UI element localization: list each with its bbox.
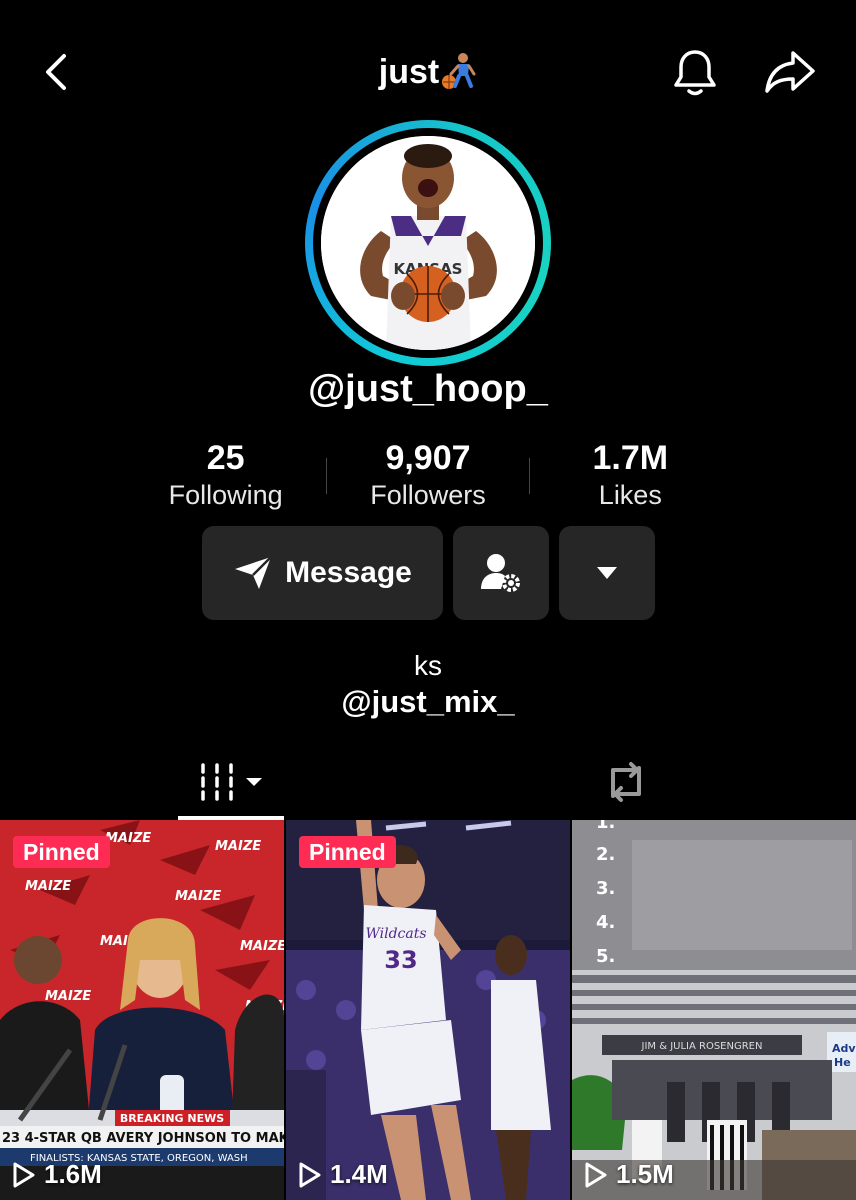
share-button[interactable]	[760, 44, 820, 100]
grid-bars-icon	[201, 763, 233, 801]
notification-bell-button[interactable]	[668, 44, 722, 100]
more-options-button[interactable]	[559, 526, 655, 620]
video-thumbnail[interactable]: 33 Wildcats Pinned 1.4M	[286, 820, 570, 1200]
top-bar: just	[0, 0, 856, 140]
stat-likes[interactable]: 1.7M Likes	[530, 438, 731, 520]
stat-followers-value: 9,907	[385, 439, 471, 477]
avatar: KANSAS	[321, 136, 535, 350]
svg-text:MAIZE: MAIZE	[175, 889, 221, 904]
svg-text:23 4-STAR QB AVERY JOHNSON TO: 23 4-STAR QB AVERY JOHNSON TO MAKE COLLE…	[2, 1131, 284, 1146]
video-thumbnail[interactable]: 1. 2. 3. 4. 5. JIM & JULIA ROSENGREN Adv He	[572, 820, 856, 1200]
svg-text:Adv: Adv	[832, 1042, 856, 1055]
title-text: just	[378, 52, 440, 91]
profile-stats: 25 Following 9,907 Followers 1.7M Likes	[125, 438, 731, 520]
svg-text:MAIZE: MAIZE	[45, 989, 91, 1004]
profile-bio: ks	[414, 650, 442, 681]
pinned-badge: Pinned	[13, 836, 110, 868]
play-icon	[13, 1162, 35, 1187]
stat-likes-value: 1.7M	[592, 439, 669, 477]
play-icon	[299, 1162, 321, 1187]
thumbnail-image: 1. 2. 3. 4. 5. JIM & JULIA ROSENGREN Adv He	[572, 820, 856, 1200]
send-icon	[235, 556, 273, 589]
basketball-player-emoji	[442, 53, 476, 89]
repost-icon	[611, 762, 641, 802]
svg-text:33: 33	[384, 946, 417, 974]
svg-text:4.: 4.	[596, 912, 615, 933]
caret-down-icon	[597, 567, 617, 579]
svg-text:MAIZE: MAIZE	[105, 831, 151, 846]
follow-settings-button[interactable]	[453, 526, 549, 620]
stat-following-label: Following	[168, 480, 283, 510]
stat-likes-label: Likes	[598, 480, 662, 510]
thumbnail-image: 33 Wildcats	[286, 820, 570, 1200]
view-count-value: 1.4M	[330, 1159, 388, 1189]
svg-text:MAIZE: MAIZE	[25, 879, 71, 894]
bio-linked-account[interactable]: @just_mix_	[0, 684, 856, 720]
profile-actions: Message	[202, 526, 655, 620]
stat-followers[interactable]: 9,907 Followers	[327, 438, 528, 520]
avatar-photo: KANSAS	[321, 136, 535, 350]
avatar-story-ring[interactable]: KANSAS	[305, 120, 551, 366]
message-button[interactable]: Message	[202, 526, 443, 620]
svg-text:MAIZE: MAIZE	[215, 839, 261, 854]
caret-down-icon	[246, 778, 262, 786]
share-arrow-icon	[765, 51, 815, 93]
svg-text:He: He	[834, 1056, 851, 1069]
svg-text:2.: 2.	[596, 844, 615, 865]
page-title: just	[0, 52, 856, 92]
svg-text:JIM & JULIA ROSENGREN: JIM & JULIA ROSENGREN	[641, 1041, 763, 1052]
svg-text:BREAKING NEWS: BREAKING NEWS	[120, 1112, 224, 1125]
svg-text:5.: 5.	[596, 946, 615, 967]
content-tabs	[0, 744, 856, 820]
svg-text:Wildcats: Wildcats	[365, 926, 426, 942]
user-settings-icon	[481, 554, 520, 592]
stat-following-value: 25	[206, 439, 245, 477]
pinned-badge: Pinned	[299, 836, 396, 868]
tab-reposts[interactable]	[596, 744, 656, 820]
view-count-value: 1.6M	[44, 1159, 102, 1189]
video-thumbnail[interactable]: MAIZEMAIZEMAIZE MAIZEMAIZEMAIZE MAIZEMAI…	[0, 820, 284, 1200]
tab-videos[interactable]	[178, 744, 284, 820]
view-count: 1.4M	[298, 1159, 388, 1190]
message-button-label: Message	[285, 556, 412, 589]
stat-followers-label: Followers	[370, 480, 486, 510]
view-count: 1.5M	[584, 1159, 674, 1190]
thumbnail-image: MAIZEMAIZEMAIZE MAIZEMAIZEMAIZE MAIZEMAI…	[0, 820, 284, 1200]
view-count-value: 1.5M	[616, 1159, 674, 1189]
view-count: 1.6M	[12, 1159, 102, 1190]
svg-text:3.: 3.	[596, 878, 615, 899]
bell-icon	[674, 50, 716, 96]
stat-following[interactable]: 25 Following	[125, 438, 326, 520]
avatar-gap: KANSAS	[313, 128, 543, 358]
play-icon	[585, 1162, 607, 1187]
video-grid: MAIZEMAIZEMAIZE MAIZEMAIZEMAIZE MAIZEMAI…	[0, 820, 856, 1200]
svg-text:MAIZE: MAIZE	[240, 939, 284, 954]
profile-handle: @just_hoop_	[308, 368, 548, 410]
svg-text:1.: 1.	[596, 820, 615, 833]
